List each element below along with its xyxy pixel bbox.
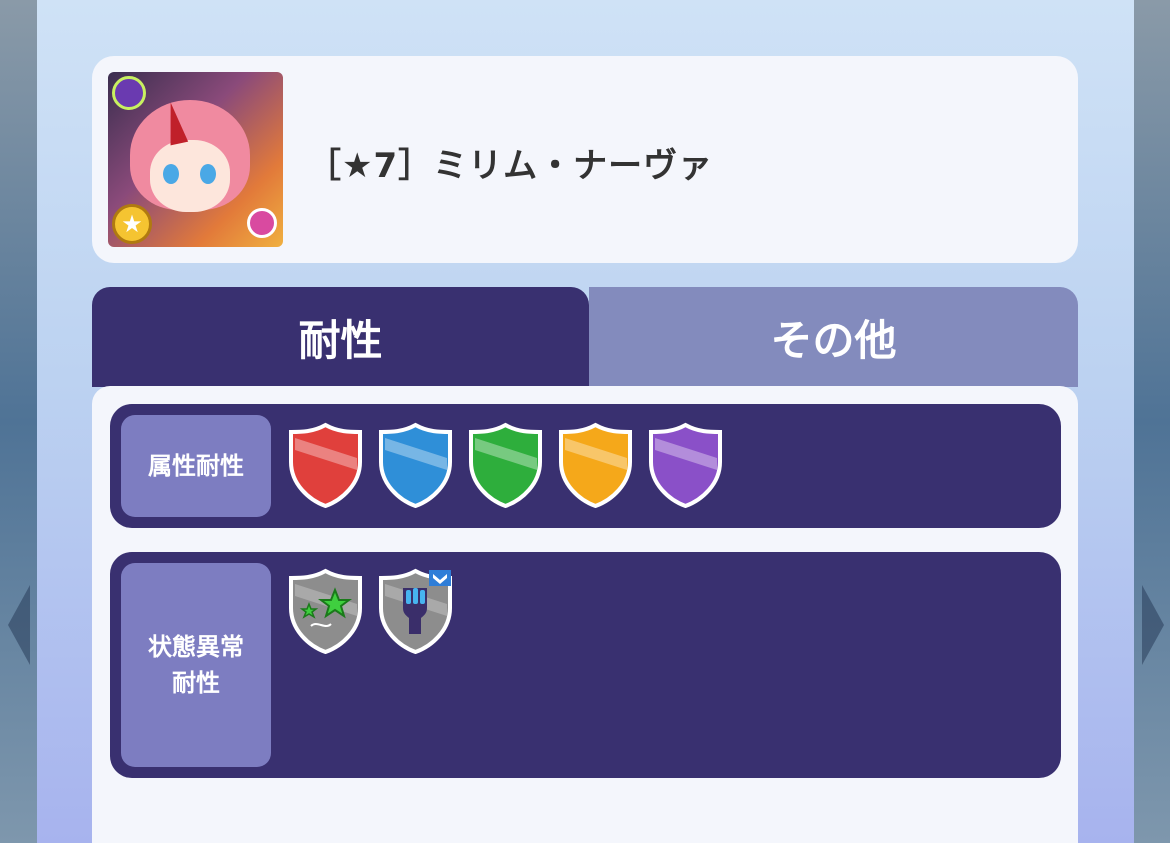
- wind-resist-shield-icon[interactable]: [467, 422, 544, 508]
- type-badge-icon: [247, 208, 277, 238]
- attribute-resistance-label: 属性耐性: [121, 415, 271, 517]
- tab-bar: 耐性 その他: [92, 287, 1078, 387]
- character-header: ★ ［★7］ミリム・ナーヴァ: [92, 56, 1078, 263]
- water-resist-shield-icon[interactable]: [377, 422, 454, 508]
- attribute-shield-list: [287, 422, 724, 508]
- dark-resist-shield-icon[interactable]: [647, 422, 724, 508]
- prev-arrow-icon[interactable]: [8, 585, 30, 665]
- character-detail-panel: ★ ［★7］ミリム・ナーヴァ 耐性 その他 属性耐性 状態異常 耐性: [37, 0, 1134, 843]
- star-icon: ★: [112, 204, 152, 244]
- next-arrow-icon[interactable]: [1142, 585, 1164, 665]
- bind-resist-shield-icon[interactable]: [377, 568, 454, 654]
- tab-resistance[interactable]: 耐性: [92, 287, 589, 387]
- status-shield-list: [287, 568, 454, 654]
- element-badge-icon: [112, 76, 146, 110]
- character-portrait[interactable]: ★: [108, 72, 283, 247]
- background-left: [0, 0, 40, 843]
- light-resist-shield-icon[interactable]: [557, 422, 634, 508]
- fire-resist-shield-icon[interactable]: [287, 422, 364, 508]
- background-right: [1134, 0, 1170, 843]
- character-name: ［★7］ミリム・ナーヴァ: [307, 146, 714, 186]
- attribute-resistance-row: 属性耐性: [110, 404, 1061, 528]
- stun-resist-shield-icon[interactable]: [287, 568, 364, 654]
- tab-content: 属性耐性 状態異常 耐性: [92, 386, 1078, 843]
- status-ailment-resistance-label: 状態異常 耐性: [121, 563, 271, 767]
- tab-other[interactable]: その他: [589, 287, 1078, 387]
- status-ailment-resistance-row: 状態異常 耐性: [110, 552, 1061, 778]
